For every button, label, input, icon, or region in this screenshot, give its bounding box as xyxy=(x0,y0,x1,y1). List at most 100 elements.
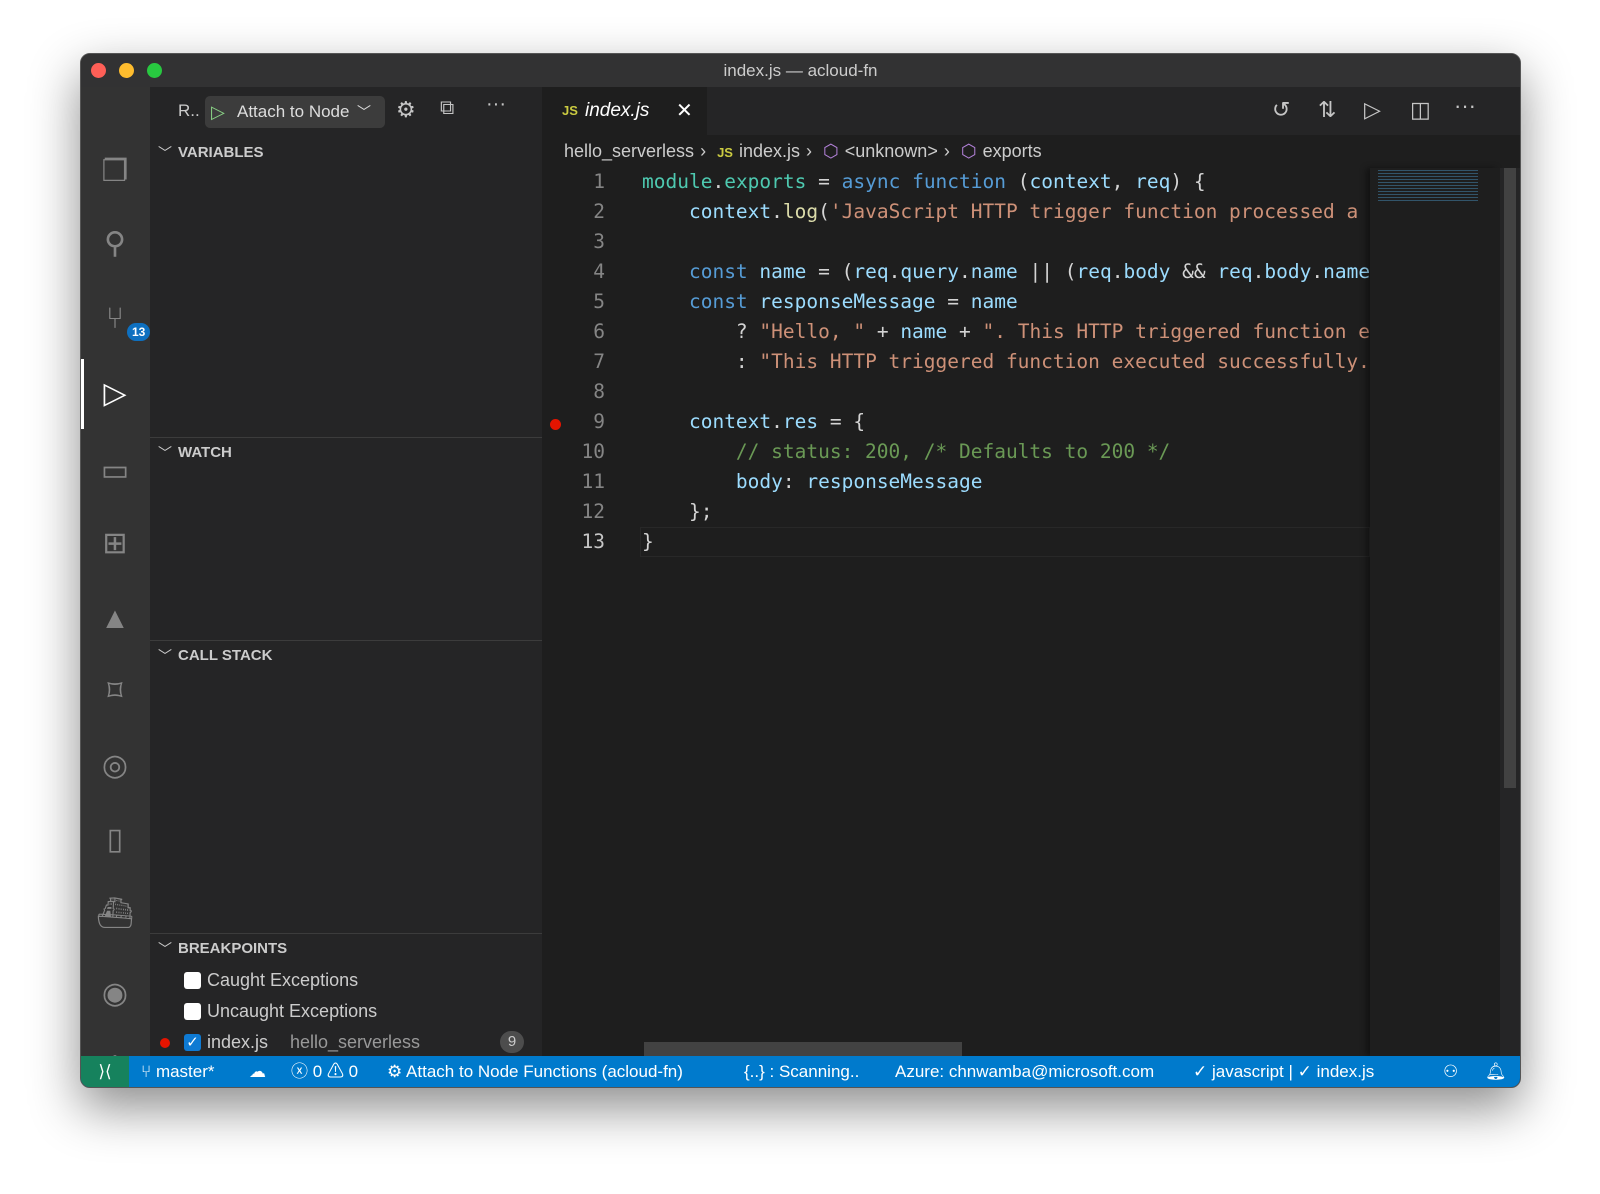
debug-status[interactable]: ⚙ Attach to Node Functions (acloud-fn) xyxy=(387,1056,683,1087)
search-icon[interactable]: ⚲ xyxy=(95,224,135,264)
scanning-status[interactable]: {..} : Scanning.. xyxy=(744,1056,859,1087)
breakpoint-uncaught-exceptions[interactable]: Uncaught Exceptions xyxy=(150,996,542,1026)
source-control-icon[interactable]: ⑂ 13 xyxy=(95,299,151,341)
debug-sidebar: R.. ▷ Attach to Node ﹀ ⚙ ⧉ ··· ﹀ VARIABLE… xyxy=(150,87,542,1056)
title-bar: index.js — acloud-fn xyxy=(81,54,1520,87)
line-number: 2 xyxy=(593,200,605,223)
maximize-window-button[interactable] xyxy=(147,63,162,78)
explorer-icon[interactable]: ❐ xyxy=(95,152,135,192)
activity-bar: ❐⚲⑂13▷▭⊞▲⌑◎▯⛴◉⚙ xyxy=(81,87,151,1084)
code-area[interactable]: 1 module.exports = async function (contex… xyxy=(542,168,1370,1016)
lint-status[interactable]: ✓ javascript | ✓ index.js xyxy=(1193,1056,1374,1087)
notifications-bell-icon[interactable]: 🔔︎ xyxy=(1485,1056,1507,1087)
book-icon[interactable]: ▯ xyxy=(95,820,135,860)
start-debug-icon[interactable]: ▷ xyxy=(211,96,225,128)
vertical-scrollbar[interactable] xyxy=(1500,168,1520,1056)
line-number: 5 xyxy=(593,290,605,313)
breakpoint-dot-icon xyxy=(160,1038,170,1048)
branch-icon: ⑂ xyxy=(141,1062,152,1081)
symbol-icon: ⬡ xyxy=(823,141,839,161)
breadcrumb-file[interactable]: index.js xyxy=(739,141,800,161)
branch-indicator[interactable]: ⑂ master* xyxy=(141,1056,215,1087)
status-bar: ⟩⟨ ⑂ master* ☁ ⓧ 0 ⚠ 0 ⚙ Attach to Node … xyxy=(81,1056,1520,1087)
account-icon[interactable]: ◉ xyxy=(95,974,135,1014)
breakpoints-header[interactable]: ﹀ BREAKPOINTS xyxy=(150,934,542,964)
call-stack-header[interactable]: ﹀ CALL STACK xyxy=(150,641,542,671)
editor: JS index.js ✕ ↺ ⇅ ▷ ◫ ··· hello_serverle… xyxy=(542,87,1520,1056)
breakpoint-label: index.js xyxy=(207,1032,269,1052)
close-icon[interactable]: ✕ xyxy=(676,87,693,135)
tab-label: index.js xyxy=(585,100,650,121)
code-line: }; xyxy=(642,500,713,523)
run-debug-icon[interactable]: ▷ xyxy=(95,374,135,414)
code-line: context.log('JavaScript HTTP trigger fun… xyxy=(688,200,1370,223)
git-graph-icon[interactable]: ◎ xyxy=(95,746,135,786)
js-file-icon: JS xyxy=(562,103,578,118)
bookmarks-icon[interactable]: ⌑ xyxy=(95,672,135,712)
checkbox[interactable] xyxy=(184,972,201,989)
timeline-icon[interactable]: ↺ xyxy=(1272,97,1290,123)
debug-config-select[interactable]: ▷ Attach to Node ﹀ xyxy=(205,96,385,128)
symbol-icon: ⬡ xyxy=(960,141,977,161)
debug-console-icon[interactable]: ⧉ xyxy=(440,97,454,120)
window-title: index.js — acloud-fn xyxy=(723,61,878,80)
warning-icon: ⚠ xyxy=(326,1062,344,1081)
scm-badge: 13 xyxy=(127,323,151,341)
horizontal-scrollbar[interactable] xyxy=(644,1042,962,1056)
debug-icon: ⚙ xyxy=(387,1062,403,1081)
vscode-window: index.js — acloud-fn ❐⚲⑂13▷▭⊞▲⌑◎▯⛴◉⚙ R..… xyxy=(80,53,1521,1088)
breakpoint-label: Caught Exceptions xyxy=(207,970,359,990)
line-number: 8 xyxy=(593,380,605,403)
breadcrumb-symbol[interactable]: exports xyxy=(983,141,1042,161)
code-line: : "This HTTP triggered function executed… xyxy=(642,350,1370,373)
split-editor-icon[interactable]: ◫ xyxy=(1410,97,1431,123)
compare-changes-icon[interactable]: ⇅ xyxy=(1318,97,1336,123)
minimap[interactable] xyxy=(1370,168,1500,1056)
breakpoint-label: Uncaught Exceptions xyxy=(207,1001,378,1021)
problems-indicator[interactable]: ⓧ 0 ⚠ 0 xyxy=(291,1056,358,1087)
run-icon[interactable]: ▷ xyxy=(1364,97,1381,123)
breakpoint-path: hello_serverless xyxy=(290,1032,421,1052)
active-indicator xyxy=(81,359,84,429)
remote-indicator[interactable]: ⟩⟨ xyxy=(81,1056,129,1087)
breakpoint-caught-exceptions[interactable]: Caught Exceptions xyxy=(150,965,542,995)
more-icon[interactable]: ··· xyxy=(486,93,506,116)
extensions-icon[interactable]: ⊞ xyxy=(95,524,135,564)
code-line: context.res = { xyxy=(688,410,866,433)
run-label: R.. xyxy=(178,101,200,120)
debug-config-label: Attach to Node xyxy=(237,102,350,121)
breadcrumb: hello_serverless › JS index.js › ⬡ <unknown>… xyxy=(564,141,1042,161)
breakpoint-dot-icon[interactable] xyxy=(550,419,561,430)
live-share-icon[interactable]: ⚇ xyxy=(1443,1056,1458,1087)
chevron-down-icon: ﹀ xyxy=(357,104,371,120)
checkbox[interactable]: ✓ xyxy=(184,1034,201,1051)
line-number: 12 xyxy=(581,500,605,523)
tab-index-js[interactable]: JS index.js ✕ xyxy=(542,87,707,135)
close-window-button[interactable] xyxy=(91,63,106,78)
breadcrumb-symbol[interactable]: <unknown> xyxy=(845,141,938,161)
sync-icon[interactable]: ☁ xyxy=(249,1056,266,1087)
line-number: 6 xyxy=(593,320,605,343)
docker-icon[interactable]: ⛴ xyxy=(95,894,135,934)
line-number: 1 xyxy=(593,170,605,193)
tab-bar: JS index.js ✕ ↺ ⇅ ▷ ◫ ··· xyxy=(542,87,1520,135)
minimize-window-button[interactable] xyxy=(119,63,134,78)
code-line: module.exports = async function (context… xyxy=(642,170,1206,193)
line-number: 7 xyxy=(593,350,605,373)
line-number: 10 xyxy=(581,440,605,463)
azure-account[interactable]: Azure: chnwamba@microsoft.com xyxy=(895,1056,1154,1087)
code-line: ? "Hello, " + name + ". This HTTP trigge… xyxy=(642,320,1370,343)
breakpoint-index-js[interactable]: ✓ index.js hello_serverless 9 xyxy=(150,1027,542,1057)
more-actions-icon[interactable]: ··· xyxy=(1454,93,1476,119)
azure-icon[interactable]: ▲ xyxy=(95,599,135,639)
breadcrumb-folder[interactable]: hello_serverless xyxy=(564,141,694,161)
error-icon: ⓧ xyxy=(291,1062,308,1081)
code-line: } xyxy=(642,530,654,553)
code-line: body: responseMessage xyxy=(735,470,983,493)
watch-header[interactable]: ﹀ WATCH xyxy=(150,438,542,468)
remote-explorer-icon[interactable]: ▭ xyxy=(95,451,135,491)
line-badge: 9 xyxy=(500,1031,524,1053)
gear-icon[interactable]: ⚙ xyxy=(396,97,416,123)
variables-header[interactable]: ﹀ VARIABLES xyxy=(150,138,542,168)
checkbox[interactable] xyxy=(184,1003,201,1020)
